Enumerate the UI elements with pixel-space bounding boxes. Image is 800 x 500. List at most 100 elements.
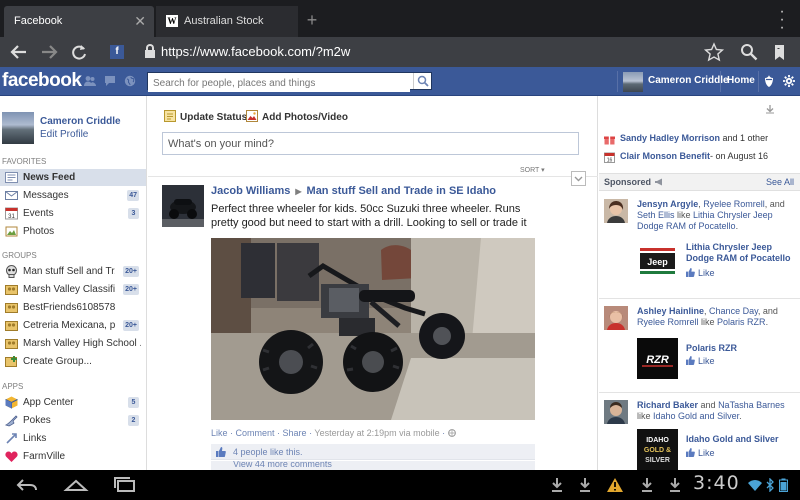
notifications-globe-icon[interactable] bbox=[124, 75, 136, 87]
find-button[interactable] bbox=[738, 42, 760, 62]
warning-notification-icon[interactable] bbox=[606, 477, 624, 493]
rzr-logo-image[interactable]: RZR bbox=[637, 338, 678, 379]
birthday-reminder[interactable]: Sandy Hadley Morrison and 1 other bbox=[604, 133, 800, 146]
search-input[interactable] bbox=[148, 75, 410, 92]
reload-button[interactable] bbox=[68, 42, 90, 62]
gift-icon bbox=[604, 136, 615, 145]
ad-social-text: , and bbox=[764, 199, 785, 209]
ad-like-button[interactable]: Like bbox=[686, 448, 715, 458]
post-share-link[interactable]: Share bbox=[283, 428, 307, 438]
sidebar-item-messages[interactable]: Messages 47 bbox=[0, 187, 146, 204]
messages-jewel-icon[interactable] bbox=[104, 75, 116, 87]
events-calendar-icon: 31 bbox=[5, 207, 18, 220]
sidebar-item-photos[interactable]: Photos bbox=[0, 223, 146, 240]
sidebar-item-news-feed[interactable]: News Feed bbox=[0, 169, 146, 186]
header-avatar[interactable] bbox=[623, 72, 643, 92]
bookmarks-button[interactable] bbox=[768, 42, 790, 62]
sidebar-item-links[interactable]: Links bbox=[0, 430, 146, 447]
home-link[interactable]: Home bbox=[727, 75, 755, 86]
forward-button[interactable] bbox=[38, 42, 60, 62]
ad-social-link[interactable]: Richard Baker bbox=[637, 400, 698, 410]
friend-avatar[interactable] bbox=[604, 199, 628, 223]
privacy-globe-icon[interactable] bbox=[447, 429, 456, 437]
recent-apps-nav-icon[interactable] bbox=[112, 476, 138, 494]
sidebar-item-create-group[interactable]: Create Group... bbox=[0, 353, 146, 370]
clock[interactable]: 3:40 bbox=[693, 472, 740, 494]
post-author-link[interactable]: Jacob Williams bbox=[211, 185, 290, 197]
likes-count-link[interactable]: 4 people like this. bbox=[233, 447, 303, 457]
birthday-name-link[interactable]: Sandy Hadley Morrison bbox=[620, 133, 720, 143]
friend-avatar[interactable] bbox=[604, 306, 628, 330]
event-name-link[interactable]: Clair Monson Benefit bbox=[620, 151, 710, 161]
post-like-link[interactable]: Like bbox=[211, 428, 228, 438]
sidebar-item-pokes[interactable]: Pokes 2 bbox=[0, 412, 146, 429]
sort-dropdown[interactable]: SORT ▾ bbox=[520, 166, 545, 174]
count-badge: 47 bbox=[127, 190, 139, 201]
profile-picture[interactable] bbox=[2, 112, 34, 144]
friend-avatar[interactable] bbox=[604, 400, 628, 424]
privacy-shortcuts-icon[interactable] bbox=[762, 74, 776, 88]
collapse-sidebar-icon[interactable] bbox=[765, 104, 775, 114]
sidebar-item-app-center[interactable]: App Center 5 bbox=[0, 394, 146, 411]
status-pencil-icon bbox=[164, 110, 176, 122]
add-photos-video-tab[interactable]: Add Photos/Video bbox=[246, 110, 348, 123]
ad-social-link[interactable]: Idaho Gold and Silver bbox=[653, 411, 739, 421]
tab-facebook[interactable]: Facebook ✕ bbox=[4, 6, 154, 37]
sidebar-item-events[interactable]: 31 Events 3 bbox=[0, 205, 146, 222]
friend-requests-icon[interactable] bbox=[84, 75, 96, 87]
new-tab-button[interactable]: + bbox=[302, 10, 322, 30]
ad-social-link[interactable]: Ryelee Romrell bbox=[637, 317, 699, 327]
update-status-tab[interactable]: Update Status bbox=[164, 110, 247, 123]
download-notification-icon[interactable] bbox=[668, 477, 682, 493]
edit-profile-link[interactable]: Edit Profile bbox=[40, 129, 88, 140]
close-tab-icon[interactable]: ✕ bbox=[134, 6, 146, 36]
download-notification-icon[interactable] bbox=[578, 477, 592, 493]
event-reminder[interactable]: 16 Clair Monson Benefit- on August 16 bbox=[604, 151, 800, 164]
story-options-chevron-button[interactable] bbox=[571, 171, 586, 186]
ad-social-link[interactable]: Ryelee Romrell bbox=[703, 199, 765, 209]
post-author-avatar[interactable] bbox=[162, 185, 204, 227]
post-comment-link[interactable]: Comment bbox=[236, 428, 275, 438]
post-timestamp[interactable]: Yesterday at 2:19pm via mobile bbox=[314, 428, 439, 438]
ad-title-link[interactable]: Idaho Gold and Silver bbox=[686, 434, 794, 445]
sidebar-profile-name[interactable]: Cameron Criddle bbox=[40, 116, 121, 127]
ad-social-link[interactable]: Chance Day bbox=[709, 306, 758, 316]
sidebar-item-marsh-valley-high-school[interactable]: Marsh Valley High School ... bbox=[0, 335, 146, 352]
post-group-link[interactable]: Man stuff Sell and Trade in SE Idaho bbox=[307, 185, 496, 197]
jeep-logo-image[interactable]: Jeep bbox=[637, 241, 678, 282]
overflow-menu-icon[interactable]: · · · bbox=[778, 4, 786, 36]
facebook-logo[interactable]: facebook bbox=[2, 70, 82, 92]
ad-social-link[interactable]: Ashley Hainline bbox=[637, 306, 704, 316]
download-notification-icon[interactable] bbox=[550, 477, 564, 493]
sidebar-item-cetreria-mexicana[interactable]: Cetreria Mexicana, p... 20+ bbox=[0, 317, 146, 334]
post-photo-three-wheeler[interactable] bbox=[211, 238, 535, 420]
ad-title-link[interactable]: Lithia Chrysler Jeep Dodge RAM of Pocate… bbox=[686, 242, 794, 264]
ad-social-link[interactable]: NaTasha Barnes bbox=[718, 400, 785, 410]
ad-like-button[interactable]: Like bbox=[686, 356, 715, 366]
idaho-gold-silver-logo-image[interactable]: IDAHO GOLD & SILVER bbox=[637, 429, 678, 470]
download-notification-icon[interactable] bbox=[640, 477, 654, 493]
ad-social-link[interactable]: Seth Ellis bbox=[637, 210, 675, 220]
back-button[interactable] bbox=[8, 42, 30, 62]
see-all-ads-link[interactable]: See All bbox=[766, 177, 794, 187]
settings-gear-icon[interactable] bbox=[782, 74, 796, 88]
ad-social-link[interactable]: Jensyn Argyle bbox=[637, 199, 698, 209]
ad-like-button[interactable]: Like bbox=[686, 268, 715, 278]
pokes-finger-icon bbox=[5, 415, 18, 427]
home-nav-icon[interactable] bbox=[63, 476, 89, 494]
header-profile-name[interactable]: Cameron Criddle bbox=[648, 75, 729, 86]
ad-social-link[interactable]: Polaris RZR bbox=[717, 317, 766, 327]
bookmark-star-button[interactable] bbox=[703, 42, 725, 62]
whats-on-your-mind-input[interactable] bbox=[163, 133, 578, 154]
sidebar-item-man-stuff-group[interactable]: Man stuff Sell and Tr... 20+ bbox=[0, 263, 146, 280]
sidebar-item-bestfriends[interactable]: BestFriends61085782 bbox=[0, 299, 146, 316]
search-button[interactable] bbox=[413, 73, 431, 89]
sidebar-item-marsh-valley-classifieds[interactable]: Marsh Valley Classifi... 20+ bbox=[0, 281, 146, 298]
sidebar-item-label: Photos bbox=[23, 226, 55, 237]
tab-australian-stock-saddle[interactable]: WAustralian Stock Saddle ... bbox=[156, 6, 298, 57]
url-field[interactable]: https://www.facebook.com/?m2w bbox=[161, 44, 350, 59]
sidebar-item-farmville[interactable]: FarmVille bbox=[0, 448, 146, 465]
ad-title-link[interactable]: Polaris RZR bbox=[686, 343, 794, 354]
view-more-comments-link[interactable]: View 44 more comments bbox=[211, 461, 535, 470]
back-nav-icon[interactable] bbox=[14, 476, 40, 494]
